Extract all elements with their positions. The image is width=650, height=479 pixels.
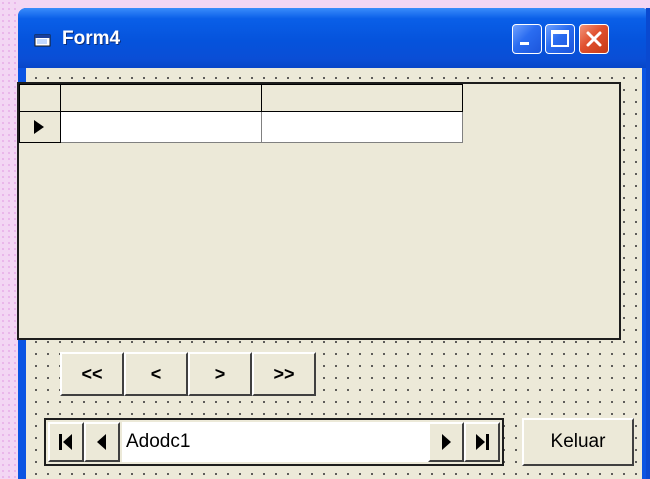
desktop-background [0, 0, 18, 479]
next-record-button[interactable]: > [188, 352, 252, 396]
move-first-icon [59, 434, 72, 450]
grid-cell[interactable] [60, 111, 262, 143]
window-right-border [646, 8, 650, 479]
move-previous-button[interactable] [84, 422, 120, 462]
maximize-button[interactable] [545, 24, 575, 54]
move-next-button[interactable] [428, 422, 464, 462]
move-last-icon [476, 434, 489, 450]
previous-record-button[interactable]: < [124, 352, 188, 396]
close-icon [586, 31, 602, 47]
keluar-button[interactable]: Keluar [522, 418, 634, 466]
maximize-icon [551, 30, 569, 47]
table-row[interactable] [19, 111, 463, 143]
first-record-button[interactable]: << [60, 352, 124, 396]
adodc-caption: Adodc1 [122, 422, 428, 462]
column-header[interactable] [261, 84, 463, 112]
move-last-button[interactable] [464, 422, 500, 462]
column-header[interactable] [60, 84, 262, 112]
move-first-button[interactable] [48, 422, 84, 462]
minimize-icon [520, 42, 529, 45]
last-record-button[interactable]: >> [252, 352, 316, 396]
title-bar[interactable]: Form4 [18, 8, 650, 68]
data-grid[interactable] [17, 82, 621, 340]
close-button[interactable] [579, 24, 609, 54]
grid-header-row [19, 84, 463, 112]
adodc-control: Adodc1 [44, 418, 504, 466]
grid-cell[interactable] [261, 111, 463, 143]
current-row-icon [34, 120, 44, 134]
minimize-button[interactable] [512, 24, 542, 54]
grid-corner-cell [19, 84, 61, 112]
move-previous-icon [97, 434, 106, 450]
move-next-icon [442, 434, 451, 450]
window-title: Form4 [62, 28, 121, 49]
form-icon [34, 33, 52, 47]
record-selector[interactable] [19, 111, 61, 143]
